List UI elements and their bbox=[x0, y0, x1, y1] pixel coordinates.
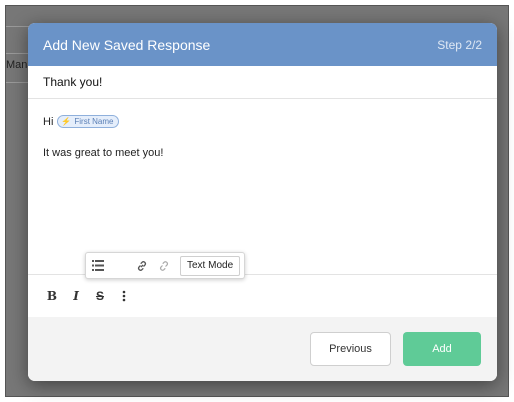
subject-value: Thank you! bbox=[43, 75, 103, 89]
add-button[interactable]: Add bbox=[403, 332, 481, 366]
step-indicator: Step 2/2 bbox=[437, 37, 482, 52]
more-vertical-icon[interactable] bbox=[112, 284, 136, 308]
list-icon[interactable] bbox=[88, 256, 108, 276]
saved-response-modal: Add New Saved Response Step 2/2 Thank yo… bbox=[28, 23, 497, 381]
previous-button[interactable]: Previous bbox=[310, 332, 391, 366]
unlink-icon[interactable] bbox=[154, 256, 174, 276]
editor-line: It was great to meet you! bbox=[43, 147, 164, 159]
subject-field[interactable]: Thank you! bbox=[28, 66, 497, 99]
floating-toolbar: Text Mode bbox=[85, 252, 245, 279]
editor-line: Hi ⚡ First Name bbox=[43, 115, 482, 128]
modal-title: Add New Saved Response bbox=[43, 36, 211, 53]
greeting-text: Hi bbox=[43, 115, 54, 128]
text-mode-button[interactable]: Text Mode bbox=[180, 255, 241, 276]
modal-footer: Previous Add bbox=[28, 317, 497, 381]
modal-header: Add New Saved Response Step 2/2 bbox=[28, 23, 497, 66]
first-name-token[interactable]: ⚡ First Name bbox=[57, 115, 120, 128]
format-toolbar: B I S bbox=[28, 275, 497, 317]
message-editor[interactable]: Hi ⚡ First Name It was great to meet you… bbox=[28, 99, 497, 279]
token-label: First Name bbox=[74, 117, 114, 126]
lightning-icon: ⚡ bbox=[61, 117, 72, 126]
bold-icon[interactable]: B bbox=[40, 284, 64, 308]
italic-icon[interactable]: I bbox=[64, 284, 88, 308]
link-icon[interactable] bbox=[132, 256, 152, 276]
strikethrough-icon[interactable]: S bbox=[88, 284, 112, 308]
